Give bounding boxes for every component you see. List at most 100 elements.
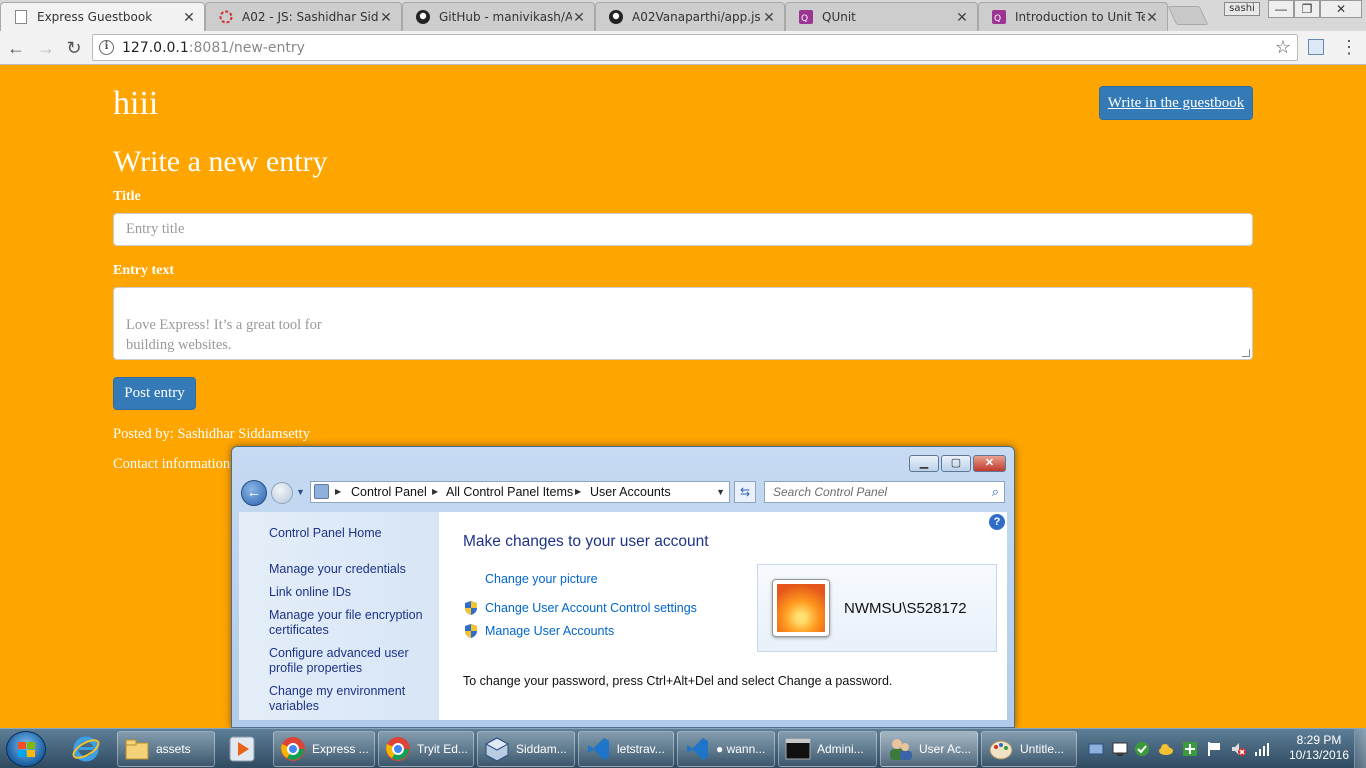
github-icon	[415, 9, 431, 25]
taskbar-item-assets[interactable]: assets	[117, 731, 215, 767]
manage-credentials-link[interactable]: Manage your credentials	[269, 562, 406, 577]
display-icon[interactable]	[1112, 741, 1128, 757]
advanced-profile-link[interactable]: Configure advanced user profile properti…	[269, 646, 419, 676]
breadcrumb-arrow-icon[interactable]: ▶	[432, 482, 438, 502]
cp-minimize-icon[interactable]: ▁	[909, 455, 939, 472]
taskbar-item-express[interactable]: Express ...	[273, 731, 375, 767]
start-button[interactable]	[6, 731, 46, 767]
entry-title-input[interactable]: Entry title	[113, 213, 1253, 246]
profile-badge[interactable]: sashi	[1224, 2, 1260, 16]
volume-muted-icon[interactable]	[1230, 741, 1246, 757]
tab-express-guestbook[interactable]: Express Guestbook ✕	[0, 2, 205, 31]
link-online-ids-link[interactable]: Link online IDs	[269, 585, 351, 600]
info-icon[interactable]: i	[99, 40, 114, 55]
close-tab-icon[interactable]: ✕	[955, 9, 969, 26]
cp-recent-pages-icon[interactable]: ▼	[296, 487, 305, 497]
close-tab-icon[interactable]: ✕	[182, 9, 196, 26]
taskbar-item-paint[interactable]: Untitle...	[981, 731, 1077, 767]
virtualbox-icon	[484, 737, 510, 762]
bookmark-star-icon[interactable]: ☆	[1275, 37, 1291, 58]
taskbar-item-virtualbox[interactable]: Siddam...	[477, 731, 575, 767]
post-entry-button[interactable]: Post entry	[113, 377, 196, 410]
cp-address-bar[interactable]: ▶ Control Panel ▶ All Control Panel Item…	[310, 481, 730, 503]
show-desktop-button[interactable]	[1354, 729, 1366, 768]
forward-arrow-icon[interactable]: →	[36, 38, 56, 58]
taskbar-item-label: assets	[156, 742, 191, 756]
cp-forward-icon[interactable]	[271, 482, 293, 504]
taskbar-item-cmd[interactable]: Admini...	[778, 731, 877, 767]
tab-intro-unit-test[interactable]: Q Introduction to Unit Test ✕	[978, 2, 1168, 31]
address-bar[interactable]: i 127.0.0.1:8081/new-entry ☆	[92, 34, 1298, 61]
taskbar-item-letstravel[interactable]: letstrav...	[578, 731, 674, 767]
taskbar-item-label: User Ac...	[919, 742, 972, 756]
cp-back-icon[interactable]: ←	[241, 480, 267, 506]
change-picture-link[interactable]: Change your picture	[485, 572, 598, 587]
entry-text-placeholder: Love Express! It’s a great tool for buil…	[126, 317, 322, 353]
cloud-sync-icon[interactable]	[1158, 741, 1174, 757]
url-text[interactable]: 127.0.0.1:8081/new-entry	[122, 40, 305, 56]
write-in-guestbook-button[interactable]: Write in the guestbook	[1099, 86, 1253, 120]
tab-qunit[interactable]: Q QUnit ✕	[785, 2, 978, 31]
browser-toolbar: ← → ↻ i 127.0.0.1:8081/new-entry ☆ ⋮	[0, 31, 1366, 65]
file-encryption-link[interactable]: Manage your file encryption certificates	[269, 608, 434, 638]
taskbar-clock[interactable]: 8:29 PM 10/13/2016	[1280, 733, 1358, 763]
chrome-menu-icon[interactable]: ⋮	[1340, 37, 1358, 58]
breadcrumb-user-accounts[interactable]: User Accounts	[590, 482, 671, 502]
cp-maximize-icon[interactable]: ▢	[941, 455, 971, 472]
antivirus-icon[interactable]	[1134, 741, 1150, 757]
close-tab-icon[interactable]: ✕	[379, 9, 393, 26]
taskbar-item-tryit[interactable]: Tryit Ed...	[378, 731, 474, 767]
taskbar-item-label: Siddam...	[516, 742, 567, 756]
taskbar-item-label: Tryit Ed...	[417, 742, 468, 756]
breadcrumb-control-panel[interactable]: Control Panel	[351, 482, 427, 502]
cmd-icon	[785, 738, 811, 760]
reload-icon[interactable]: ↻	[64, 38, 84, 58]
close-tab-icon[interactable]: ✕	[1145, 9, 1159, 26]
address-dropdown-icon[interactable]: ▼	[716, 482, 725, 502]
url-path: :8081/new-entry	[188, 40, 305, 56]
taskbar-item-label: Admini...	[817, 742, 864, 756]
page-heading: Write a new entry	[113, 145, 328, 178]
media-player-icon[interactable]	[220, 732, 264, 766]
tab-a02-js[interactable]: A02 - JS: Sashidhar Sidda ✕	[205, 2, 402, 31]
security-shield-icon[interactable]	[1182, 741, 1198, 757]
close-tab-icon[interactable]: ✕	[572, 9, 586, 26]
account-picture[interactable]	[772, 579, 830, 637]
network-app-icon[interactable]	[1088, 741, 1104, 757]
cp-search-input[interactable]: Search Control Panel ⌕	[764, 481, 1005, 503]
manage-user-accounts-link[interactable]: Manage User Accounts	[485, 624, 614, 639]
new-tab-button[interactable]	[1167, 6, 1209, 25]
close-window-icon[interactable]: ✕	[1320, 0, 1362, 18]
taskbar-item-user-accounts[interactable]: User Ac...	[880, 731, 978, 767]
control-panel-window: ▁ ▢ ✕ ← ▼ ▶ Control Panel ▶ All Control …	[231, 446, 1015, 728]
tab-a02vanaparthi[interactable]: A02Vanaparthi/app.js at ✕	[595, 2, 785, 31]
entry-text-textarea[interactable]: Love Express! It’s a great tool for buil…	[113, 287, 1253, 360]
cp-home-link[interactable]: Control Panel Home	[269, 526, 382, 541]
cp-close-icon[interactable]: ✕	[973, 455, 1006, 472]
folder-icon	[125, 739, 149, 760]
restore-icon[interactable]: ❐	[1294, 0, 1320, 18]
cp-refresh-icon[interactable]: ⇆	[734, 481, 756, 503]
search-icon[interactable]: ⌕	[992, 482, 999, 502]
breadcrumb-arrow-icon[interactable]: ▶	[575, 482, 581, 502]
close-tab-icon[interactable]: ✕	[762, 9, 776, 26]
back-arrow-icon[interactable]: ←	[6, 38, 26, 58]
loading-icon	[218, 9, 234, 25]
minimize-icon[interactable]: —	[1268, 0, 1294, 18]
resize-handle-icon[interactable]	[1242, 349, 1250, 357]
help-icon[interactable]: ?	[989, 514, 1005, 530]
taskbar-item-wann[interactable]: ● wann...	[677, 731, 775, 767]
site-brand[interactable]: hiii	[113, 85, 158, 123]
signal-bars-icon[interactable]	[1254, 741, 1270, 757]
extension-icon[interactable]	[1308, 39, 1324, 55]
uac-settings-link[interactable]: Change User Account Control settings	[485, 601, 697, 616]
internet-explorer-icon[interactable]	[64, 732, 108, 766]
breadcrumb-arrow-icon[interactable]: ▶	[335, 482, 341, 502]
flower-picture-icon	[777, 584, 825, 632]
breadcrumb-all-items[interactable]: All Control Panel Items	[446, 482, 573, 502]
windows-taskbar: assets Express ... Tryit Ed... Siddam...…	[0, 728, 1366, 768]
tab-github-manivikash[interactable]: GitHub - manivikash/A02 ✕	[402, 2, 595, 31]
environment-variables-link[interactable]: Change my environment variables	[269, 684, 419, 714]
account-name: NWMSU\S528172	[844, 600, 967, 617]
flag-icon[interactable]	[1206, 741, 1222, 757]
